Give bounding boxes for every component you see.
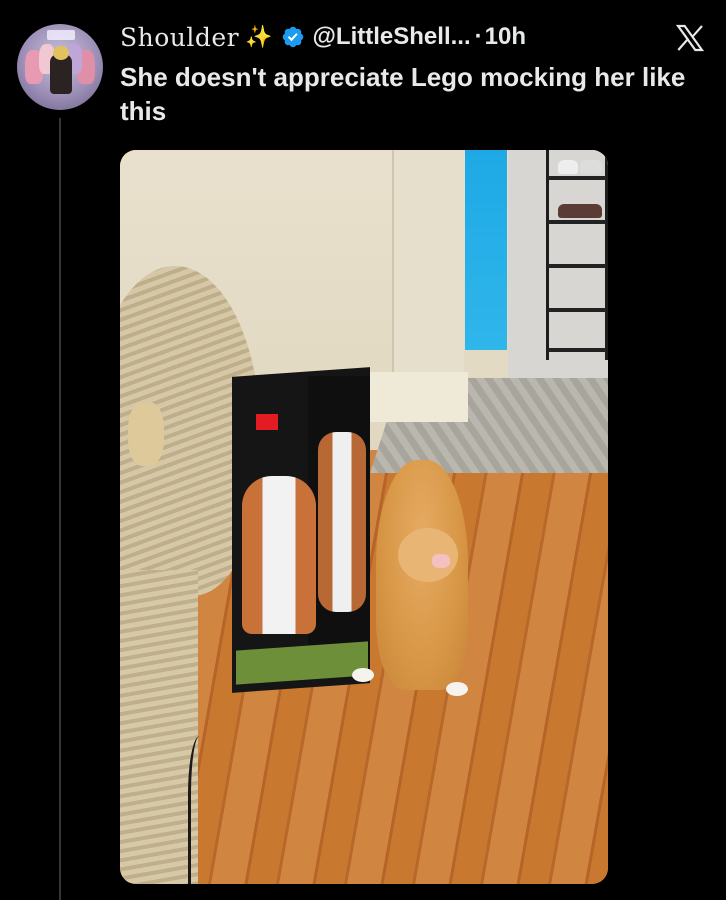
photo-shoe [580, 160, 602, 174]
author-name[interactable]: Shoulder [120, 23, 239, 52]
photo-shelf-post [546, 150, 549, 360]
photo-cat-face [398, 528, 458, 582]
photo-shoe [558, 204, 602, 218]
photo-shelf [548, 176, 606, 180]
avatar-figure [53, 46, 69, 60]
avatar-figure [50, 54, 72, 94]
x-logo-icon[interactable] [674, 22, 706, 54]
photo-lego-cat [242, 476, 316, 634]
photo-baseboard [370, 372, 468, 422]
photo-shelf [548, 348, 606, 352]
photo-cat-paw [352, 668, 374, 682]
photo-shelf [548, 264, 606, 268]
sparkles-icon: ✨ [245, 24, 273, 49]
tweet-media-image[interactable] [120, 150, 608, 884]
avatar[interactable] [17, 24, 103, 110]
avatar-banner [47, 30, 75, 40]
photo-shelf-post [605, 150, 608, 360]
photo-lego-cat-side [318, 432, 366, 612]
timestamp[interactable]: 10h [485, 23, 526, 51]
author-handle[interactable]: @LittleShell... [313, 23, 471, 51]
photo-cat-mouth [432, 554, 450, 568]
photo-cord [188, 736, 217, 884]
tweet-text: She doesn't appreciate Lego mocking her … [120, 62, 686, 126]
separator-dot: · [474, 23, 483, 50]
photo-shoe [558, 160, 578, 174]
tweet-header: Shoulder ✨ @LittleShell... · 10h [120, 20, 526, 54]
photo-toy [128, 402, 164, 466]
photo-shelf [548, 308, 606, 312]
photo-shelf [548, 220, 606, 224]
photo-lego-logo [256, 414, 278, 430]
photo-scratching-post-base [120, 570, 198, 884]
photo-blue-light [465, 150, 507, 350]
thread-line [59, 118, 61, 900]
photo-cat-paw [446, 682, 468, 696]
verified-badge-icon [281, 25, 305, 49]
